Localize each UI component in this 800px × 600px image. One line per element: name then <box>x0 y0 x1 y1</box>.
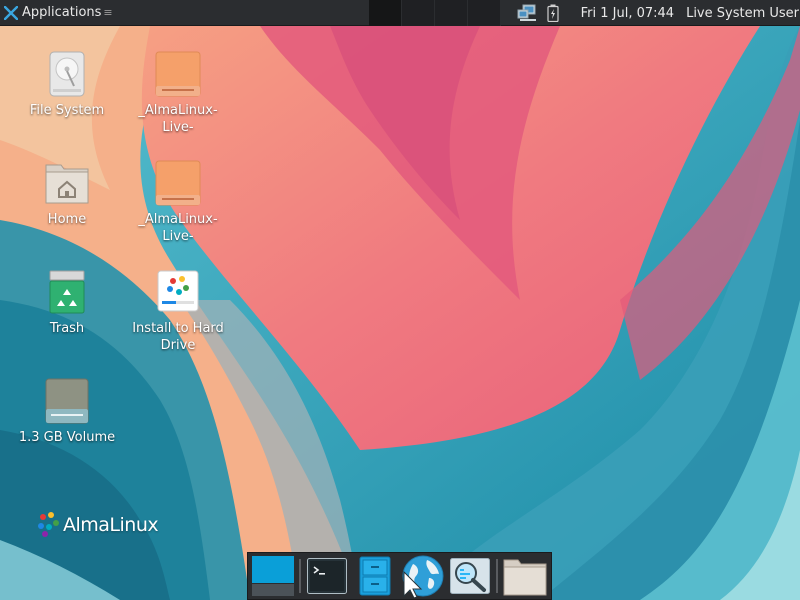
dock-home-folder[interactable] <box>503 554 547 598</box>
optical-drive-icon <box>155 51 201 97</box>
desktop-wallpaper <box>0 0 800 600</box>
dock-app-finder[interactable] <box>448 554 491 598</box>
folder-icon <box>503 559 547 596</box>
home-folder-icon <box>45 164 89 204</box>
desktop-icon-label: Install to Hard Drive <box>132 321 224 353</box>
workspace-switcher <box>369 0 501 26</box>
workspace-4[interactable] <box>468 0 501 26</box>
battery-icon[interactable] <box>547 4 559 22</box>
workspace-1[interactable] <box>369 0 402 26</box>
show-desktop-icon <box>251 556 294 596</box>
desktop-icon-trash[interactable]: Trash <box>17 268 117 337</box>
dock-file-manager[interactable] <box>353 554 396 598</box>
almalinux-logo: AlmaLinux <box>37 512 159 538</box>
top-panel: Applications ≡ Fri 1 Jul, 07:44 Live Sys… <box>0 0 800 26</box>
applications-menu-button[interactable]: Applications ≡ <box>0 0 117 26</box>
desktop-icon-home[interactable]: Home <box>17 159 117 228</box>
dock-web-browser[interactable] <box>400 554 444 598</box>
xfce-logo-icon <box>4 5 18 20</box>
applications-menu-label: Applications <box>22 5 102 20</box>
desktop-icon-label: Trash <box>49 321 85 336</box>
desktop-icon-almalinux-live-1[interactable]: _AlmaLinux-Live- <box>128 50 228 136</box>
desktop-icon-almalinux-live-2[interactable]: _AlmaLinux-Live- <box>128 159 228 245</box>
desktop-icon-label: _AlmaLinux-Live- <box>138 212 218 244</box>
workspace-3[interactable] <box>435 0 468 26</box>
dock-terminal[interactable] <box>306 554 349 598</box>
dock-show-desktop[interactable] <box>251 554 294 598</box>
desktop-icon-label: 1.3 GB Volume <box>18 430 116 445</box>
user-menu[interactable]: Live System User <box>686 6 799 21</box>
clock[interactable]: Fri 1 Jul, 07:44 <box>581 6 674 21</box>
drive-icon <box>49 51 85 97</box>
desktop-icon-label: File System <box>29 103 105 118</box>
network-icon[interactable] <box>517 4 539 22</box>
trash-icon <box>49 270 85 314</box>
desktop-icon-volume[interactable]: 1.3 GB Volume <box>17 377 117 446</box>
desktop-icon-install-to-hard-drive[interactable]: Install to Hard Drive <box>128 268 228 354</box>
panel-separator-icon: ≡ <box>103 6 113 19</box>
almalinux-logo-text: AlmaLinux <box>63 514 159 536</box>
desktop-icon-file-system[interactable]: File System <box>17 50 117 119</box>
system-tray: Fri 1 Jul, 07:44 Live System User <box>517 0 800 26</box>
dock-separator <box>299 559 301 593</box>
desktop-icon-label: _AlmaLinux-Live- <box>138 103 218 135</box>
workspace-2[interactable] <box>402 0 435 26</box>
dock-separator <box>496 559 498 593</box>
search-icon <box>449 558 490 594</box>
file-cabinet-icon <box>359 556 391 596</box>
installer-icon <box>157 270 199 312</box>
almalinux-logo-icon <box>38 512 59 537</box>
desktop-icon-label: Home <box>47 212 87 227</box>
volume-icon <box>45 378 89 424</box>
globe-icon <box>402 555 444 598</box>
bottom-dock <box>247 552 552 600</box>
optical-drive-icon <box>155 160 201 206</box>
terminal-icon <box>307 558 348 594</box>
